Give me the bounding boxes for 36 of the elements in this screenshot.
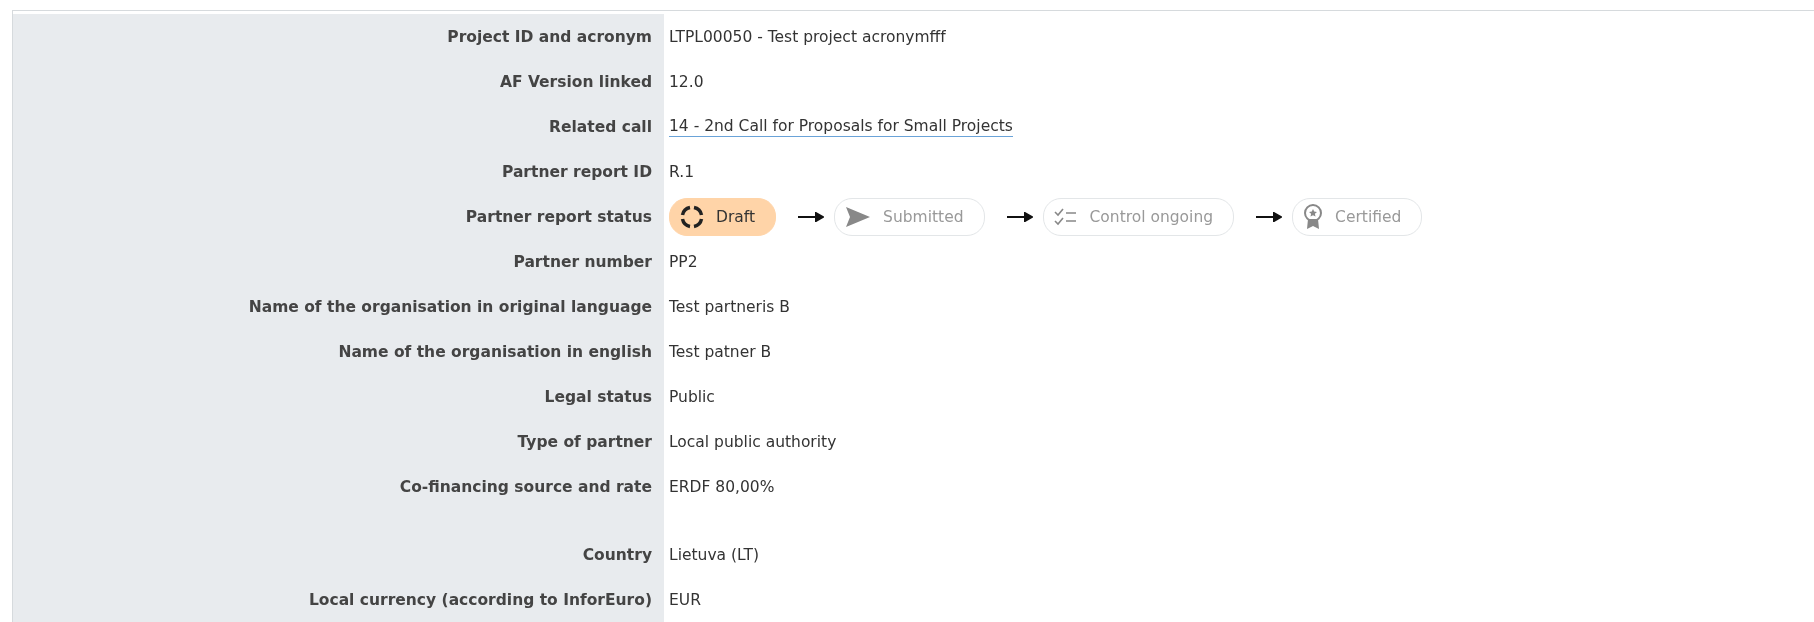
field-label: Partner number — [513, 252, 652, 271]
status-step: Submitted — [834, 197, 985, 236]
field-label: AF Version linked — [499, 72, 652, 91]
field-label: Project ID and acronym — [447, 27, 652, 46]
loading-icon — [680, 204, 704, 229]
field-value: Lietuva (LT) — [669, 545, 760, 564]
field-value: Local public authority — [669, 432, 837, 451]
field-label: Name of the organisation in english — [338, 342, 652, 361]
field-label: Legal status — [544, 387, 652, 406]
status-step: Draft — [669, 197, 777, 236]
arrow-icon — [1006, 211, 1033, 222]
field-label: Local currency (according to InforEuro) — [308, 590, 652, 609]
arrow-icon — [1256, 211, 1283, 222]
field-value: 12.0 — [669, 72, 704, 91]
field-value: ERDF 80,00% — [669, 477, 775, 496]
field-label: Type of partner — [517, 432, 652, 451]
status-step: Control ongoing — [1042, 197, 1235, 236]
field-label: Partner report status — [465, 207, 652, 226]
status-step: Certified — [1292, 197, 1423, 236]
field-value: Test partneris B — [669, 297, 790, 316]
field-label: Name of the organisation in original language — [248, 297, 652, 316]
award-icon — [1303, 203, 1324, 230]
field-value: Public — [669, 387, 715, 406]
field-label: Co-financing source and rate — [399, 477, 652, 496]
field-value: EUR — [669, 590, 701, 609]
call-link[interactable]: 14 - 2nd Call for Proposals for Small Projects — [669, 115, 1013, 138]
send-icon — [845, 205, 872, 228]
checklist-icon — [1053, 207, 1078, 226]
field-value: LTPL00050 - Test project acronymfff — [669, 27, 946, 46]
field-label: Partner report ID — [501, 162, 652, 181]
field-value: PP2 — [669, 252, 698, 271]
field-label: Related call — [549, 117, 652, 136]
field-value: R.1 — [669, 162, 694, 181]
arrow-icon — [798, 211, 825, 222]
field-value: Test patner B — [669, 342, 772, 361]
field-label: Country — [582, 545, 652, 564]
